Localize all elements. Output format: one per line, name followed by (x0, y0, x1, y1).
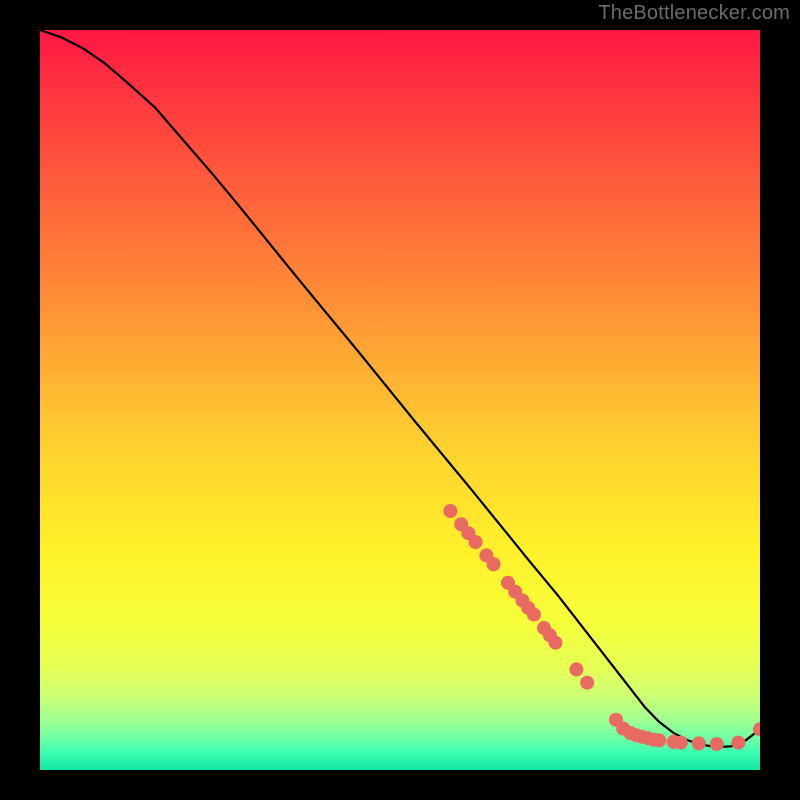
data-marker (487, 557, 501, 571)
data-marker (569, 662, 583, 676)
data-marker (580, 676, 594, 690)
chart-frame: TheBottlenecker.com (0, 0, 800, 800)
data-marker (652, 733, 666, 747)
chart-svg (40, 30, 760, 770)
data-marker (674, 736, 688, 750)
plot-area (40, 30, 760, 770)
data-marker (692, 736, 706, 750)
data-marker (443, 504, 457, 518)
attribution-text: TheBottlenecker.com (598, 2, 790, 25)
data-marker (549, 636, 563, 650)
data-marker (527, 608, 541, 622)
data-marker (731, 736, 745, 750)
gradient-background (40, 30, 760, 770)
data-marker (710, 737, 724, 751)
data-marker (469, 535, 483, 549)
